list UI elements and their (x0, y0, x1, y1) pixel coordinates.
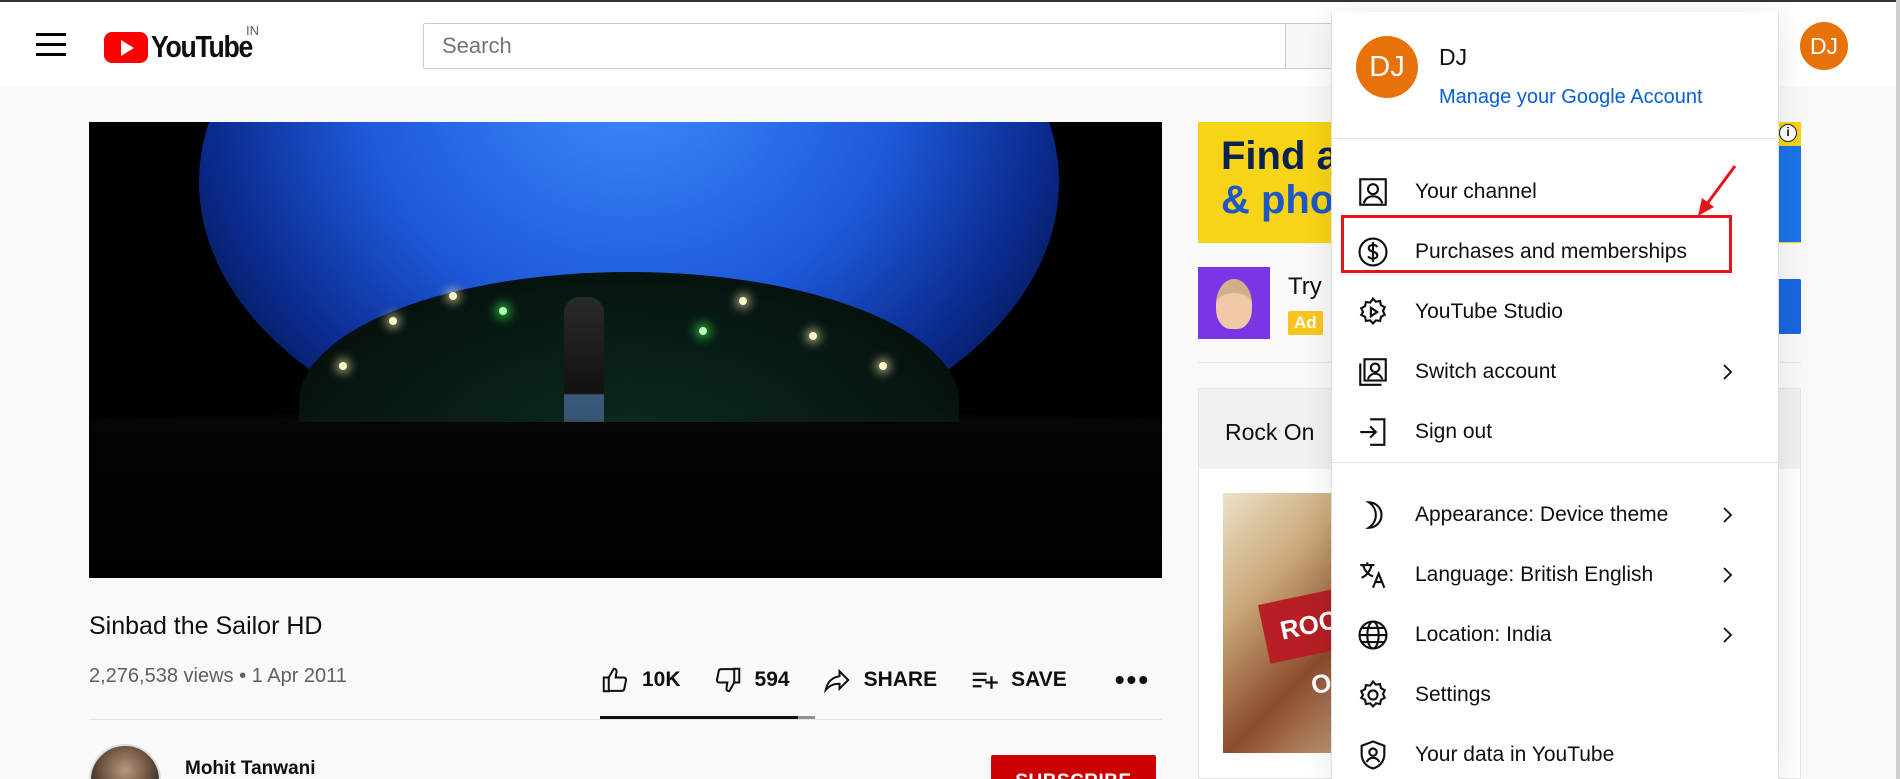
menu-avatar: DJ (1356, 36, 1418, 98)
info-icon[interactable]: i (1779, 124, 1797, 142)
annotation-arrow-icon (1698, 165, 1737, 216)
chevron-right-icon (1723, 507, 1733, 523)
menu-item-appearance[interactable]: Appearance: Device theme (1332, 485, 1780, 545)
more-actions-button[interactable]: ••• (1115, 664, 1150, 696)
share-label: SHARE (863, 668, 938, 691)
video-frame-light (389, 317, 397, 325)
manage-account-link[interactable]: Manage your Google Account (1439, 86, 1703, 109)
playlist-add-icon (972, 672, 998, 689)
more-horizontal-icon: ••• (1114, 664, 1151, 695)
video-meta: 2,276,538 views • 1 Apr 2011 (89, 665, 347, 687)
menu-item-label: Language: British English (1415, 563, 1654, 586)
studio-gear-icon (1359, 296, 1387, 326)
like-count: 10K (642, 668, 681, 691)
logo-text: YouTube (151, 29, 253, 64)
chevron-right-icon (1723, 627, 1733, 643)
menu-item-settings[interactable]: Settings (1332, 665, 1780, 725)
menu-item-youtube-studio[interactable]: YouTube Studio (1332, 282, 1780, 342)
video-player[interactable] (89, 122, 1162, 578)
video-frame-light (449, 292, 457, 300)
menu-item-label: Your channel (1415, 180, 1537, 203)
thumbs-up-icon (602, 667, 628, 693)
video-frame-light (739, 297, 747, 305)
divider (89, 719, 1162, 720)
video-frame-light (809, 332, 817, 340)
ad-badge: Ad (1288, 311, 1323, 335)
save-button[interactable]: SAVE (969, 665, 1067, 695)
search-box[interactable] (423, 23, 1286, 69)
ad-thumbnail[interactable] (1198, 267, 1270, 339)
chevron-right-icon (1723, 364, 1733, 380)
chevron-right-icon (1723, 567, 1733, 583)
video-actions: 10K 594 SHARE SAVE ••• (600, 663, 1150, 697)
youtube-play-icon (104, 31, 148, 63)
switch-account-icon (1359, 358, 1387, 386)
ad-banner-text: Find a (1221, 134, 1339, 178)
playlist-title[interactable]: Rock On (1225, 419, 1314, 446)
menu-item-label: Appearance: Device theme (1415, 503, 1669, 526)
menu-item-label: Sign out (1415, 420, 1493, 443)
youtube-logo[interactable]: YouTube (104, 29, 269, 65)
video-title: Sinbad the Sailor HD (89, 612, 323, 640)
ad-banner-text: & pho (1221, 178, 1335, 222)
video-frame-light (499, 307, 507, 315)
channel-name[interactable]: Mohit Tanwani (185, 758, 316, 779)
annotation-highlight-box (1341, 215, 1732, 273)
video-frame-crowd (89, 422, 1162, 578)
video-frame-light (339, 362, 347, 370)
ad-thumbnail-face (1216, 279, 1252, 329)
shield-person-icon (1360, 740, 1386, 770)
globe-icon (1358, 620, 1388, 650)
menu-item-label: Your data in YouTube (1415, 743, 1615, 766)
menu-item-label: Settings (1415, 683, 1491, 706)
translate-icon (1360, 562, 1386, 589)
channel-avatar[interactable] (89, 744, 161, 779)
dislike-button[interactable]: 594 (713, 665, 790, 695)
menu-item-label: Location: India (1415, 623, 1552, 646)
ad-title[interactable]: Try (1288, 273, 1322, 301)
menu-item-sign-out[interactable]: Sign out (1332, 402, 1780, 462)
menu-item-label: Switch account (1415, 360, 1557, 383)
video-frame-light (699, 327, 707, 335)
person-icon (1359, 178, 1387, 206)
gear-icon (1359, 679, 1387, 709)
share-button[interactable]: SHARE (822, 665, 938, 695)
search-input[interactable] (424, 24, 1285, 68)
save-label: SAVE (1011, 668, 1067, 691)
menu-divider (1332, 138, 1780, 139)
menu-item-switch-account[interactable]: Switch account (1332, 342, 1780, 402)
thumbs-down-icon (715, 667, 740, 693)
menu-item-language[interactable]: Language: British English (1332, 545, 1780, 605)
scrollbar[interactable] (1896, 0, 1900, 779)
moon-icon (1365, 501, 1383, 529)
menu-item-label: YouTube Studio (1415, 300, 1563, 323)
subscribe-button[interactable]: SUBSCRIBE (991, 755, 1156, 779)
like-button[interactable]: 10K (600, 665, 681, 695)
avatar[interactable]: DJ (1800, 22, 1848, 70)
dislike-count: 594 (754, 668, 790, 691)
menu-divider (1332, 462, 1780, 463)
account-name: DJ (1439, 44, 1468, 70)
menu-item-location[interactable]: Location: India (1332, 605, 1780, 665)
account-menu: DJ DJ Manage your Google Account Your ch… (1331, 12, 1780, 779)
share-icon (823, 668, 850, 694)
menu-item-your-data[interactable]: Your data in YouTube (1332, 725, 1780, 779)
menu-hamburger-icon[interactable] (36, 33, 66, 57)
sign-out-icon (1360, 418, 1386, 446)
country-code: IN (246, 23, 259, 38)
video-frame-light (879, 362, 887, 370)
